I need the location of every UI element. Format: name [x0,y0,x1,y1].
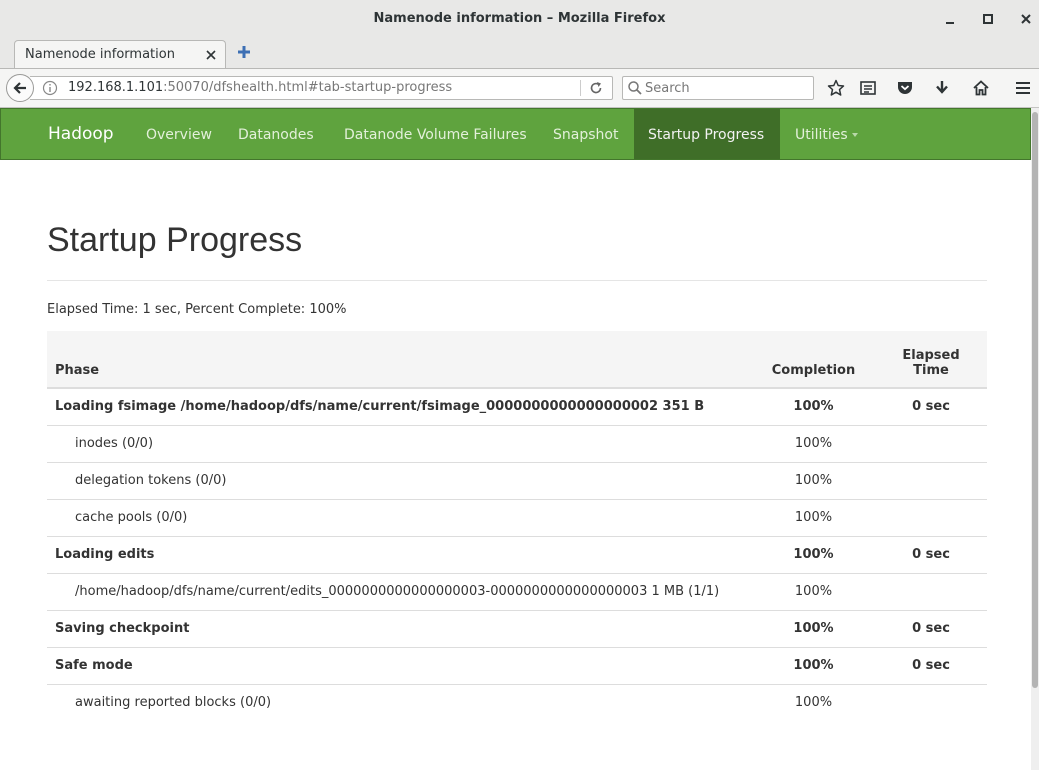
table-row: /home/hadoop/dfs/name/current/edits_0000… [47,573,987,611]
nav-startup-progress[interactable]: Startup Progress [634,109,780,159]
column-header-elapsed-time: Elapsed Time [875,331,987,389]
tab-label: Namenode information [25,47,175,62]
close-icon[interactable] [1016,9,1036,29]
hadoop-navbar: Hadoop Overview Datanodes Datanode Volum… [0,108,1031,160]
search-input[interactable] [645,79,805,97]
nav-utilities[interactable]: Utilities [781,109,872,159]
home-icon[interactable] [972,79,990,97]
completion-cell: 100% [752,425,875,463]
title-divider [47,280,987,281]
nav-snapshot[interactable]: Snapshot [539,109,632,159]
nav-datanodes[interactable]: Datanodes [224,109,328,159]
url-path: :50070/dfshealth.html#tab-startup-progre… [163,80,453,95]
reading-list-icon[interactable] [859,79,877,97]
page-title: Startup Progress [47,221,303,259]
table-row: cache pools (0/0) 100% [47,499,987,537]
elapsed-time-cell [875,684,987,721]
url-bar[interactable]: 192.168.1.101:50070/dfshealth.html#tab-s… [30,76,613,100]
completion-cell: 100% [752,573,875,611]
elapsed-time-cell: 0 sec [875,387,987,426]
window-title: Namenode information – Mozilla Firefox [373,11,666,26]
search-box[interactable] [622,76,814,100]
startup-progress-table: Phase Completion Elapsed Time Loading fs… [47,331,987,721]
elapsed-time-cell: 0 sec [875,610,987,648]
table-row: inodes (0/0) 100% [47,425,987,463]
step-cell: /home/hadoop/dfs/name/current/edits_0000… [47,573,752,611]
table-row: delegation tokens (0/0) 100% [47,462,987,500]
step-cell: cache pools (0/0) [47,499,752,537]
tab-close-icon[interactable] [205,45,217,67]
elapsed-time-cell [875,573,987,611]
progress-summary: Elapsed Time: 1 sec, Percent Complete: 1… [47,302,347,317]
window-titlebar: Namenode information – Mozilla Firefox [0,0,1039,38]
table-row: Loading fsimage /home/hadoop/dfs/name/cu… [47,387,987,426]
back-arrow-icon[interactable] [6,74,34,102]
info-icon[interactable] [42,80,58,96]
completion-cell: 100% [752,610,875,648]
pocket-icon[interactable] [896,79,914,97]
phase-cell: Safe mode [47,647,752,685]
nav-datanode-volume-failures[interactable]: Datanode Volume Failures [330,109,541,159]
completion-cell: 100% [752,462,875,500]
elapsed-time-cell: 0 sec [875,647,987,685]
scrollbar-thumb[interactable] [1032,112,1038,688]
browser-tab[interactable]: Namenode information [14,40,226,68]
table-row: Safe mode 100% 0 sec [47,647,987,685]
reload-icon[interactable] [588,80,604,96]
url-text[interactable]: 192.168.1.101:50070/dfshealth.html#tab-s… [68,80,452,95]
completion-cell: 100% [752,499,875,537]
elapsed-time-cell [875,462,987,500]
elapsed-time-cell [875,425,987,463]
table-header-row: Phase Completion Elapsed Time [47,331,987,389]
step-cell: inodes (0/0) [47,425,752,463]
hamburger-menu-icon[interactable] [1014,79,1032,97]
column-header-phase: Phase [47,331,752,389]
search-icon [627,80,643,96]
table-row: awaiting reported blocks (0/0) 100% [47,684,987,721]
new-tab-icon[interactable] [236,44,252,60]
elapsed-time-cell [875,499,987,537]
download-icon[interactable] [933,79,951,97]
url-separator [580,80,581,96]
browser-navbar: 192.168.1.101:50070/dfshealth.html#tab-s… [0,69,1039,108]
table-row: Loading edits 100% 0 sec [47,536,987,574]
tab-strip: Namenode information [0,38,1039,69]
table-row: Saving checkpoint 100% 0 sec [47,610,987,648]
chevron-down-icon [851,133,858,137]
minimize-icon[interactable] [940,9,960,29]
bookmark-star-icon[interactable] [827,79,845,97]
page-content: Hadoop Overview Datanodes Datanode Volum… [0,108,1031,770]
page-scrollbar[interactable] [1031,108,1039,770]
completion-cell: 100% [752,647,875,685]
elapsed-time-cell: 0 sec [875,536,987,574]
completion-cell: 100% [752,684,875,721]
step-cell: delegation tokens (0/0) [47,462,752,500]
maximize-icon[interactable] [978,9,998,29]
nav-utilities-label: Utilities [795,127,848,143]
phase-cell: Loading edits [47,536,752,574]
step-cell: awaiting reported blocks (0/0) [47,684,752,721]
completion-cell: 100% [752,387,875,426]
completion-cell: 100% [752,536,875,574]
brand-logo[interactable]: Hadoop [48,124,114,144]
phase-cell: Saving checkpoint [47,610,752,648]
nav-overview[interactable]: Overview [132,109,226,159]
column-header-completion: Completion [752,331,875,389]
phase-cell: Loading fsimage /home/hadoop/dfs/name/cu… [47,387,752,426]
url-host: 192.168.1.101 [68,80,164,95]
